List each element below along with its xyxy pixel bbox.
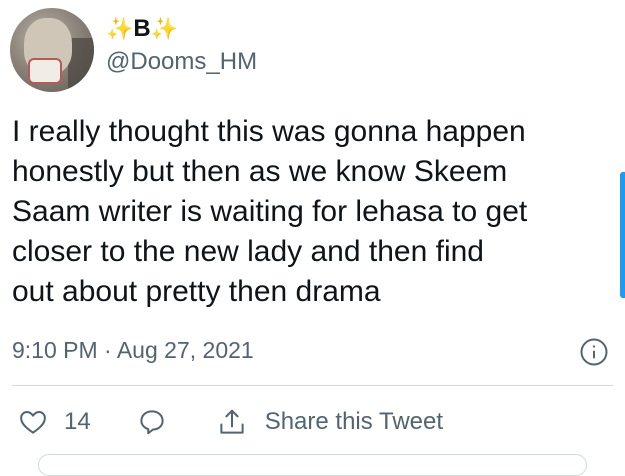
tweet-time: 9:10 PM bbox=[12, 337, 98, 363]
avatar[interactable] bbox=[10, 8, 94, 92]
scrollbar[interactable] bbox=[620, 172, 625, 298]
reply-icon[interactable] bbox=[137, 407, 167, 437]
timestamp-separator: · bbox=[104, 337, 112, 363]
tweet-actions: 14 Share this Tweet bbox=[18, 402, 443, 442]
tweet-text: I really thought this was gonna happen h… bbox=[12, 115, 528, 308]
divider bbox=[12, 385, 613, 386]
avatar-mask bbox=[28, 58, 62, 84]
display-name[interactable]: ✨ B ✨ bbox=[106, 12, 178, 46]
display-name-text: B bbox=[133, 15, 151, 42]
like-count[interactable]: 14 bbox=[64, 408, 91, 436]
heart-icon[interactable] bbox=[18, 407, 48, 437]
sparkles-icon: ✨ bbox=[106, 16, 134, 41]
share-tweet-label[interactable]: Share this Tweet bbox=[265, 408, 443, 436]
sparkles-icon: ✨ bbox=[150, 16, 179, 41]
info-icon[interactable] bbox=[579, 337, 609, 367]
share-icon[interactable] bbox=[217, 407, 247, 437]
reply-box-edge bbox=[38, 454, 587, 476]
tweet-date: Aug 27, 2021 bbox=[116, 337, 254, 363]
user-handle[interactable]: @Dooms_HM bbox=[106, 48, 257, 76]
tweet-timestamp[interactable]: 9:10 PM · Aug 27, 2021 bbox=[12, 337, 254, 364]
